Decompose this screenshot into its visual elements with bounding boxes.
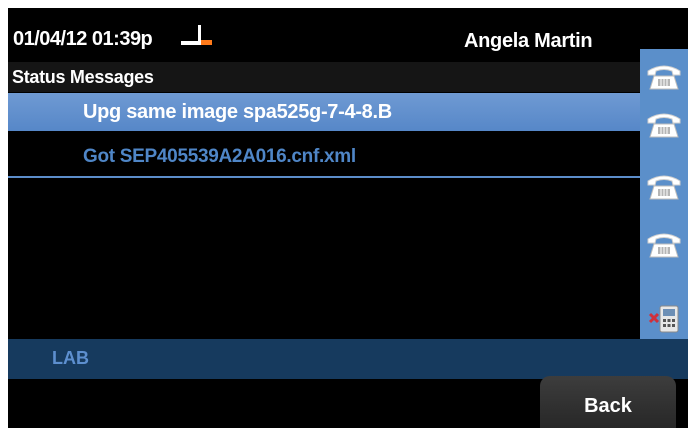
message-text: Upg same image spa525g-7-4-8.B [83, 101, 392, 123]
line-label: LAB [52, 348, 89, 368]
offhook-handset-icon [178, 25, 218, 47]
list-item[interactable]: Got SEP405539A2A016.cnf.xml [8, 138, 640, 176]
phone-line-icon [645, 62, 683, 92]
line-key-3[interactable] [641, 168, 687, 206]
list-divider [8, 176, 640, 178]
line-key-1[interactable] [641, 58, 687, 96]
line-key-4[interactable] [641, 226, 687, 264]
line-label-bar: LAB [8, 339, 688, 379]
no-speed-dial-icon [646, 302, 682, 334]
status-header: 01/04/12 01:39p Angela Martin [8, 8, 640, 62]
user-name: Angela Martin [464, 30, 593, 52]
phone-screen: 01/04/12 01:39p Angela Martin Status Mes… [8, 8, 688, 428]
page-title: Status Messages [12, 67, 154, 87]
line-key-5[interactable] [641, 299, 687, 337]
phone-line-icon [645, 110, 683, 140]
list-item-selected[interactable]: Upg same image spa525g-7-4-8.B [8, 93, 640, 131]
phone-line-icon [645, 230, 683, 260]
line-key-2[interactable] [641, 106, 687, 144]
date-time: 01/04/12 01:39p [13, 28, 153, 50]
title-bar: Status Messages [8, 62, 640, 92]
phone-line-icon [645, 172, 683, 202]
message-list: Upg same image spa525g-7-4-8.B Got SEP40… [8, 93, 640, 336]
back-button[interactable]: Back [540, 376, 676, 428]
message-text: Got SEP405539A2A016.cnf.xml [83, 146, 356, 167]
